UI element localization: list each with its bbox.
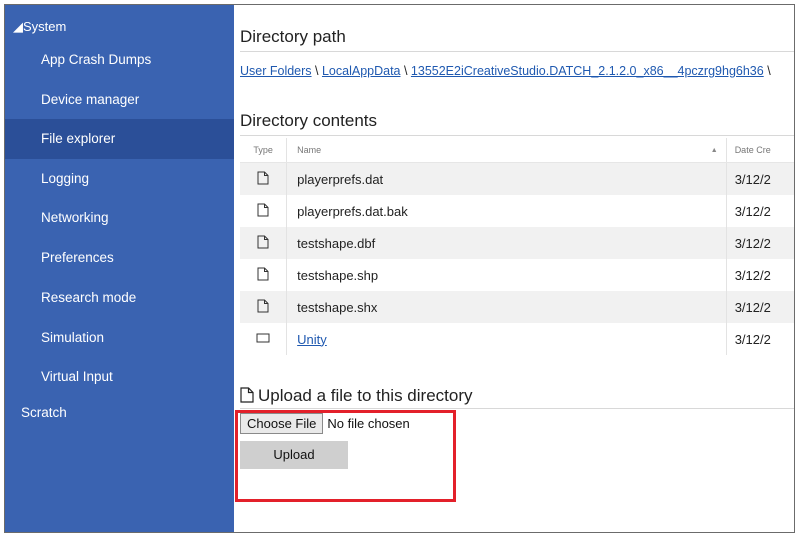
- sidebar: ◢System App Crash Dumps Device manager F…: [5, 5, 234, 532]
- table-row[interactable]: testshape.shp 3/12/2: [240, 259, 794, 291]
- file-icon: [240, 386, 258, 405]
- breadcrumb-separator: \: [763, 64, 771, 78]
- column-header-label: Name: [297, 145, 322, 155]
- file-icon: [257, 203, 269, 220]
- file-name: testshape.shp: [286, 259, 727, 291]
- file-name: playerprefs.dat.bak: [286, 195, 727, 227]
- column-header-date-created[interactable]: Date Cre: [726, 138, 794, 163]
- file-date: 3/12/2: [734, 203, 771, 219]
- sidebar-item-networking[interactable]: Networking: [41, 210, 109, 225]
- sidebar-item-file-explorer[interactable]: File explorer: [5, 119, 234, 159]
- file-date: 3/12/2: [726, 291, 794, 323]
- file-date: 3/12/2: [726, 162, 794, 195]
- breadcrumb-user-folders[interactable]: User Folders: [240, 64, 312, 78]
- directory-path-heading: Directory path: [240, 27, 346, 46]
- breadcrumb-separator: \: [400, 64, 411, 78]
- divider: [240, 135, 794, 136]
- file-icon: [257, 235, 269, 252]
- sidebar-section-system[interactable]: ◢System: [13, 19, 66, 35]
- directory-contents-heading: Directory contents: [240, 111, 377, 130]
- upload-heading-text: Upload a file to this directory: [258, 386, 473, 405]
- divider: [240, 51, 794, 52]
- file-date: 3/12/2: [734, 267, 771, 283]
- sidebar-item-research-mode[interactable]: Research mode: [41, 290, 136, 305]
- table-row[interactable]: playerprefs.dat.bak 3/12/2: [240, 195, 794, 227]
- sidebar-item-label: File explorer: [41, 131, 116, 146]
- column-header-type[interactable]: Type: [240, 138, 288, 163]
- highlight-box: [235, 410, 456, 502]
- sidebar-item-device-manager[interactable]: Device manager: [41, 92, 139, 107]
- file-icon: [257, 299, 269, 316]
- table-row[interactable]: playerprefs.dat 3/12/2: [240, 162, 794, 195]
- table-row[interactable]: testshape.shx 3/12/2: [240, 291, 794, 323]
- folder-icon: [256, 332, 270, 347]
- breadcrumb-separator: \: [311, 64, 322, 78]
- upload-heading: Upload a file to this directory: [240, 386, 473, 406]
- file-name: playerprefs.dat: [286, 162, 727, 195]
- sidebar-item-virtual-input[interactable]: Virtual Input: [41, 369, 113, 384]
- table-row[interactable]: Unity 3/12/2: [240, 323, 794, 355]
- file-date: 3/12/2: [726, 227, 794, 259]
- app-window: ◢System App Crash Dumps Device manager F…: [4, 4, 795, 533]
- divider: [240, 408, 794, 409]
- file-date: 3/12/2: [734, 331, 771, 347]
- column-header-name[interactable]: Name ▲: [286, 138, 727, 163]
- sidebar-item-preferences[interactable]: Preferences: [41, 250, 114, 265]
- sort-indicator-icon: ▲: [710, 147, 718, 154]
- breadcrumb-app-folder[interactable]: 13552E2iCreativeStudio.DATCH_2.1.2.0_x86…: [411, 64, 764, 78]
- sidebar-item-simulation[interactable]: Simulation: [41, 330, 104, 345]
- file-icon: [257, 267, 269, 284]
- breadcrumb: User Folders \ LocalAppData \ 13552E2iCr…: [240, 64, 771, 78]
- file-icon: [257, 171, 269, 188]
- table-row[interactable]: testshape.dbf 3/12/2: [240, 227, 794, 259]
- table-header-row: Type Name ▲ Date Cre: [240, 138, 794, 163]
- directory-table: Type Name ▲ Date Cre playerprefs.dat 3/12…: [240, 138, 794, 355]
- file-name: testshape.dbf: [286, 227, 727, 259]
- sidebar-item-logging[interactable]: Logging: [41, 171, 89, 186]
- sidebar-item-app-crash-dumps[interactable]: App Crash Dumps: [41, 52, 151, 67]
- breadcrumb-localappdata[interactable]: LocalAppData: [322, 64, 401, 78]
- sidebar-section-scratch[interactable]: Scratch: [21, 405, 67, 420]
- folder-link-unity[interactable]: Unity: [297, 332, 327, 347]
- file-name: testshape.shx: [286, 291, 727, 323]
